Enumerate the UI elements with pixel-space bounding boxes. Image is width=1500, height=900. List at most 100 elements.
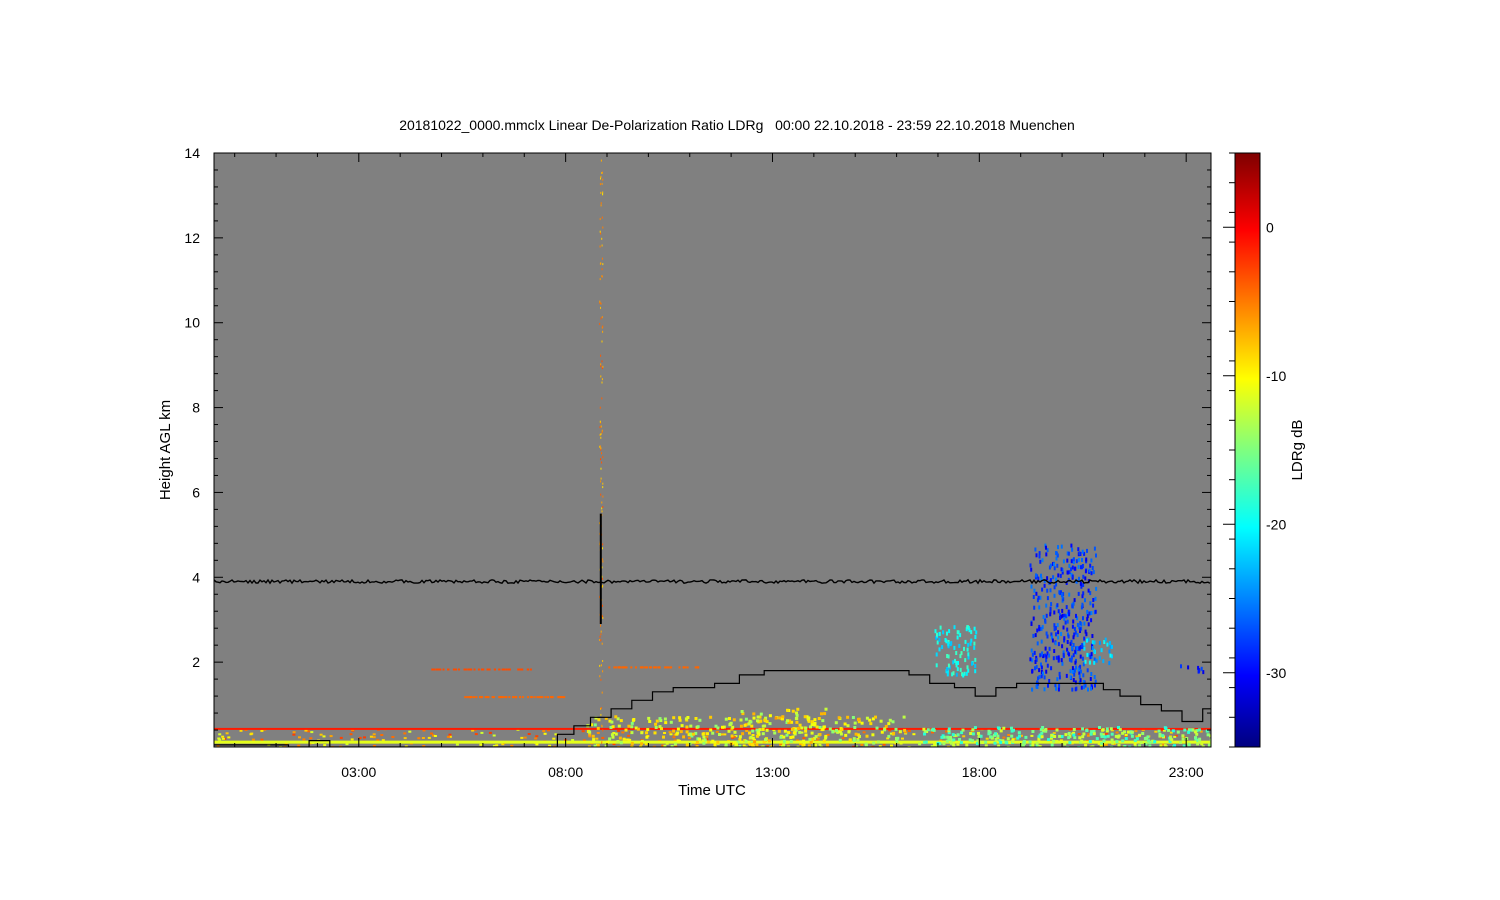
surface-layer-pixel (1135, 735, 1139, 738)
boundary-layer-pixel (840, 728, 844, 732)
boundary-layer-pixel (614, 715, 618, 719)
boundary-layer-pixel (1185, 737, 1189, 740)
boundary-layer-pixel (618, 736, 622, 740)
cloud-pixel (1057, 642, 1060, 647)
boundary-layer-pixel (922, 727, 926, 731)
boundary-layer-pixel (808, 737, 812, 741)
cloud-pixel (1092, 603, 1095, 608)
surface-layer-pixel (621, 731, 625, 734)
surface-layer-pixel (581, 730, 585, 733)
cloud-pixel (1056, 623, 1059, 628)
surface-layer-pixel (1115, 731, 1119, 734)
scatter-pixel (464, 668, 467, 671)
boundary-layer-pixel (853, 726, 857, 729)
boundary-layer-pixel (1022, 739, 1026, 743)
cloud-pixel (1083, 621, 1086, 626)
surface-layer-pixel (239, 729, 243, 732)
cloud-pixel (1056, 603, 1059, 608)
cloud-pixel (1073, 626, 1076, 631)
boundary-layer-pixel (709, 728, 713, 732)
cloud-pixel (1030, 567, 1033, 572)
boundary-layer-pixel (768, 714, 772, 718)
boundary-layer-pixel (1143, 737, 1147, 740)
cloud-pixel (1081, 564, 1084, 568)
boundary-layer-pixel (669, 720, 673, 724)
scatter-pixel (503, 668, 506, 671)
boundary-layer-pixel (971, 739, 974, 743)
cloud-pixel (1043, 583, 1046, 588)
surface-layer-pixel (1124, 734, 1128, 736)
boundary-layer-pixel (678, 716, 682, 720)
streak-pixel (601, 360, 603, 363)
scatter-pixel (447, 668, 450, 671)
surface-layer-pixel (841, 737, 845, 740)
boundary-layer-pixel (768, 722, 772, 726)
cloud-pixel (1066, 619, 1069, 624)
surface-layer-pixel (860, 743, 864, 746)
cloud-pixel (1093, 546, 1096, 551)
surface-layer-pixel (322, 735, 326, 738)
cloud-pixel (947, 641, 950, 646)
cloud-pixel (955, 651, 958, 655)
boundary-layer-pixel (969, 732, 973, 735)
scatter-pixel (667, 666, 670, 669)
boundary-layer-pixel (795, 713, 799, 717)
boundary-layer-pixel (952, 738, 956, 742)
cloud-pixel (945, 639, 948, 644)
streak-pixel (601, 724, 603, 727)
boundary-layer-pixel (1138, 733, 1141, 737)
streak-pixel (599, 426, 601, 429)
streak-pixel (599, 639, 601, 641)
y-tick-label: 14 (184, 145, 200, 161)
cloud-pixel (1045, 631, 1048, 636)
boundary-layer-pixel (1161, 734, 1165, 738)
boundary-layer-pixel (779, 735, 783, 739)
cloud-pixel (1077, 547, 1080, 552)
cloud-pixel (1059, 573, 1062, 578)
boundary-layer-pixel (989, 735, 993, 739)
surface-layer-pixel (1173, 735, 1177, 738)
scatter-pixel (453, 668, 456, 671)
boundary-layer-pixel (765, 728, 769, 732)
boundary-layer-pixel (751, 736, 755, 740)
cloud-pixel (1030, 648, 1033, 653)
boundary-layer-pixel (847, 730, 851, 734)
boundary-layer-pixel (684, 717, 688, 721)
cloud-pixel (1045, 552, 1048, 557)
cloud-pixel (1081, 656, 1084, 661)
boundary-layer-pixel (648, 720, 652, 723)
colorbar-tick-label: -30 (1266, 665, 1286, 681)
cloud-pixel (1062, 625, 1065, 630)
cloud-pixel (1075, 613, 1077, 618)
cloud-pixel (1040, 639, 1043, 644)
cloud-pixel (1091, 566, 1094, 570)
surface-layer-pixel (495, 744, 499, 747)
cloud-pixel (1053, 610, 1056, 615)
colorbar (1234, 152, 1261, 748)
boundary-layer-pixel (759, 719, 763, 723)
boundary-layer-pixel (1106, 734, 1110, 738)
boundary-layer-pixel (1063, 742, 1067, 746)
boundary-layer-pixel (994, 732, 998, 736)
cloud-pixel (1045, 654, 1048, 659)
cloud-pixel (1058, 671, 1061, 676)
boundary-layer-pixel (853, 721, 857, 725)
cloud-pixel (955, 661, 958, 665)
streak-pixel (602, 365, 604, 368)
cloud-pixel (1055, 686, 1058, 691)
scatter-pixel (467, 668, 470, 671)
surface-layer-pixel (956, 743, 960, 746)
surface-layer-pixel (430, 732, 433, 735)
boundary-layer-pixel (988, 731, 992, 735)
boundary-layer-pixel (1011, 740, 1015, 743)
boundary-layer-pixel (800, 726, 804, 730)
cloud-pixel (1034, 666, 1036, 671)
cloud-pixel (1068, 592, 1071, 597)
boundary-layer-pixel (702, 735, 706, 739)
surface-layer-pixel (427, 736, 431, 739)
scatter-pixel (544, 696, 547, 699)
boundary-layer-pixel (1141, 732, 1145, 735)
boundary-layer-pixel (653, 731, 657, 735)
cloud-pixel (1094, 609, 1097, 614)
boundary-layer-pixel (820, 712, 823, 716)
